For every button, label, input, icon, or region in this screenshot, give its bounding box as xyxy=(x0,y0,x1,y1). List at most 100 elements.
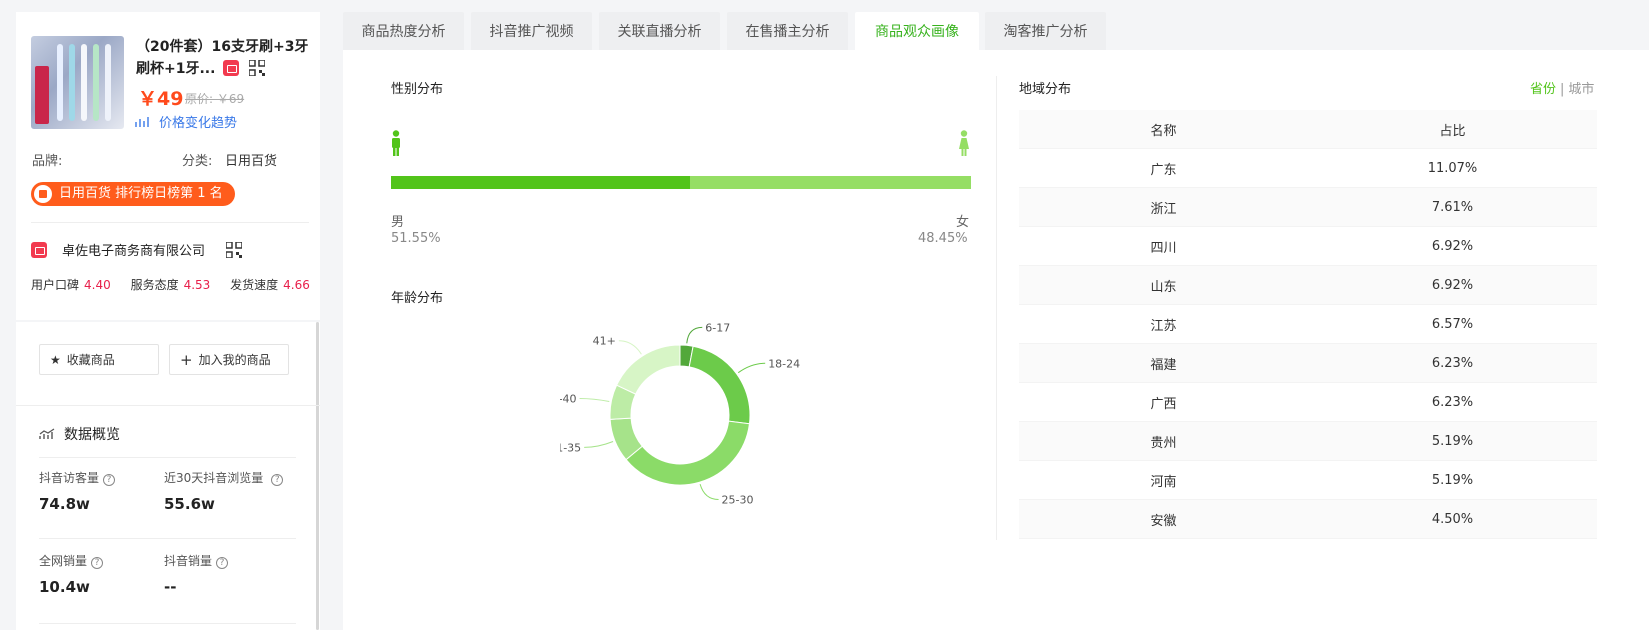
toggle-separator: | xyxy=(1560,82,1565,97)
region-share: 6.92% xyxy=(1431,277,1474,293)
region-name: 四川 xyxy=(1150,240,1177,256)
column-header-name: 名称 xyxy=(1150,123,1177,139)
region-table: 名称 占比 广东 11.07% 浙江 7.61% 四川 6.92% 山东 6.92% 江苏 6.5… xyxy=(1019,110,1597,539)
table-row: 四川 6.92% xyxy=(1019,227,1597,266)
help-icon[interactable]: ? xyxy=(271,474,284,486)
trend-chart-icon xyxy=(39,428,55,439)
stat-value: -- xyxy=(164,578,177,596)
region-share: 5.19% xyxy=(1431,472,1474,488)
female-value: 48.45% xyxy=(918,231,968,246)
shop-icon[interactable] xyxy=(223,60,240,76)
donut-label: 6-17 xyxy=(705,321,730,334)
qrcode-icon[interactable] xyxy=(226,242,242,258)
product-image[interactable] xyxy=(31,36,124,129)
plus-icon: + xyxy=(180,350,193,369)
score-value: 4.40 xyxy=(84,278,111,292)
female-share-bar xyxy=(689,176,971,189)
tab-live-analysis[interactable]: 关联直播分析 xyxy=(599,12,720,50)
help-icon[interactable]: ? xyxy=(216,557,229,569)
tab-heat-analysis[interactable]: 商品热度分析 xyxy=(343,12,464,50)
donut-leader-line xyxy=(618,340,642,355)
stat-value: 55.6w xyxy=(164,495,215,513)
favorite-button-label: 收藏商品 xyxy=(66,353,115,367)
divider xyxy=(39,623,296,624)
region-toggle: 省份 | 城市 xyxy=(1530,78,1594,97)
rank-badge-text: 日用百货 排行榜日榜第 1 名 xyxy=(59,186,223,201)
region-name: 江苏 xyxy=(1150,318,1177,334)
region-share: 11.07% xyxy=(1427,160,1478,176)
divider xyxy=(16,405,320,406)
table-row: 广东 11.07% xyxy=(1019,149,1597,188)
rank-badge[interactable]: 日用百货 排行榜日榜第 1 名 xyxy=(31,182,235,206)
donut-label: 25-30 xyxy=(722,494,754,507)
donut-label: 36-40 xyxy=(560,393,577,406)
product-title[interactable]: （20件套）16支牙刷+3牙刷杯+1牙... xyxy=(136,36,311,80)
donut-slice-18-24[interactable] xyxy=(688,345,751,425)
data-overview-title: 数据概览 xyxy=(64,427,120,443)
score-label: 用户口碑 xyxy=(31,278,80,292)
divider xyxy=(996,76,997,540)
male-icon xyxy=(392,130,400,156)
male-value: 51.55% xyxy=(391,231,441,246)
table-row: 河南 5.19% xyxy=(1019,461,1597,500)
table-row: 浙江 7.61% xyxy=(1019,188,1597,227)
toggle-city[interactable]: 城市 xyxy=(1568,82,1594,97)
stat-value: 10.4w xyxy=(39,578,90,596)
add-to-my-products-button[interactable]: + 加入我的商品 xyxy=(169,344,289,375)
score-value: 4.66 xyxy=(283,278,310,292)
divider xyxy=(39,457,296,458)
donut-slice-41+[interactable] xyxy=(615,344,681,395)
star-icon: ★ xyxy=(50,352,61,367)
region-share: 6.23% xyxy=(1431,394,1474,410)
original-price: 原价: ￥69 xyxy=(185,92,245,106)
qrcode-icon[interactable] xyxy=(249,60,266,76)
region-name: 广西 xyxy=(1150,396,1177,412)
stat-label: 抖音销量 xyxy=(164,554,213,568)
tab-taoke-analysis[interactable]: 淘客推广分析 xyxy=(985,12,1106,50)
female-icon xyxy=(959,130,969,156)
shop-icon xyxy=(31,242,47,258)
bar-chart-icon xyxy=(135,117,149,127)
left-panel-scrollbar[interactable] xyxy=(316,322,319,630)
brand-label: 品牌: xyxy=(32,154,63,169)
price-trend-link[interactable]: 价格变化趋势 xyxy=(135,112,237,131)
score-value: 4.53 xyxy=(183,278,211,292)
stat-total-sales: 全网销量? xyxy=(39,552,104,569)
table-row: 安徽 4.50% xyxy=(1019,500,1597,539)
tab-audience-profile[interactable]: 商品观众画像 xyxy=(855,12,979,50)
table-row: 山东 6.92% xyxy=(1019,266,1597,305)
age-donut-chart: 6-17 18-24 25-30 31-35 36-40 41+ xyxy=(560,321,800,507)
stat-label: 近30天抖音浏览量 xyxy=(164,471,264,485)
region-name: 广东 xyxy=(1150,162,1177,178)
tab-streamer-analysis[interactable]: 在售播主分析 xyxy=(727,12,848,50)
donut-slice-25-30[interactable] xyxy=(625,420,751,486)
region-name: 山东 xyxy=(1150,279,1177,295)
table-row: 贵州 5.19% xyxy=(1019,422,1597,461)
donut-leader-line xyxy=(686,326,703,344)
region-share: 6.92% xyxy=(1431,238,1474,254)
donut-leader-line xyxy=(584,441,614,448)
toggle-province[interactable]: 省份 xyxy=(1530,82,1556,97)
age-title: 年龄分布 xyxy=(391,291,444,306)
divider xyxy=(31,222,309,223)
add-button-label: 加入我的商品 xyxy=(198,353,271,367)
shop-name[interactable]: 卓佐电子商务商有限公司 xyxy=(62,240,205,259)
stat-douyin-sales: 抖音销量? xyxy=(164,552,229,569)
region-share: 4.50% xyxy=(1431,511,1474,527)
favorite-button[interactable]: ★ 收藏商品 xyxy=(39,344,159,375)
stat-visitors: 抖音访客量? xyxy=(39,469,116,486)
table-header: 名称 占比 xyxy=(1019,110,1597,149)
region-share: 5.19% xyxy=(1431,433,1474,449)
donut-leader-line xyxy=(737,362,766,374)
region-title: 地域分布 xyxy=(1019,82,1072,97)
donut-leader-line xyxy=(699,484,719,501)
help-icon[interactable]: ? xyxy=(91,557,104,569)
male-label: 男 xyxy=(391,215,405,230)
table-row: 福建 6.23% xyxy=(1019,344,1597,383)
gender-bar xyxy=(391,176,971,189)
tab-douyin-videos[interactable]: 抖音推广视频 xyxy=(471,12,592,50)
category-value: 日用百货 xyxy=(225,154,278,169)
product-price: ￥49 xyxy=(138,88,184,110)
help-icon[interactable]: ? xyxy=(103,474,116,486)
score-label: 服务态度 xyxy=(130,278,179,292)
